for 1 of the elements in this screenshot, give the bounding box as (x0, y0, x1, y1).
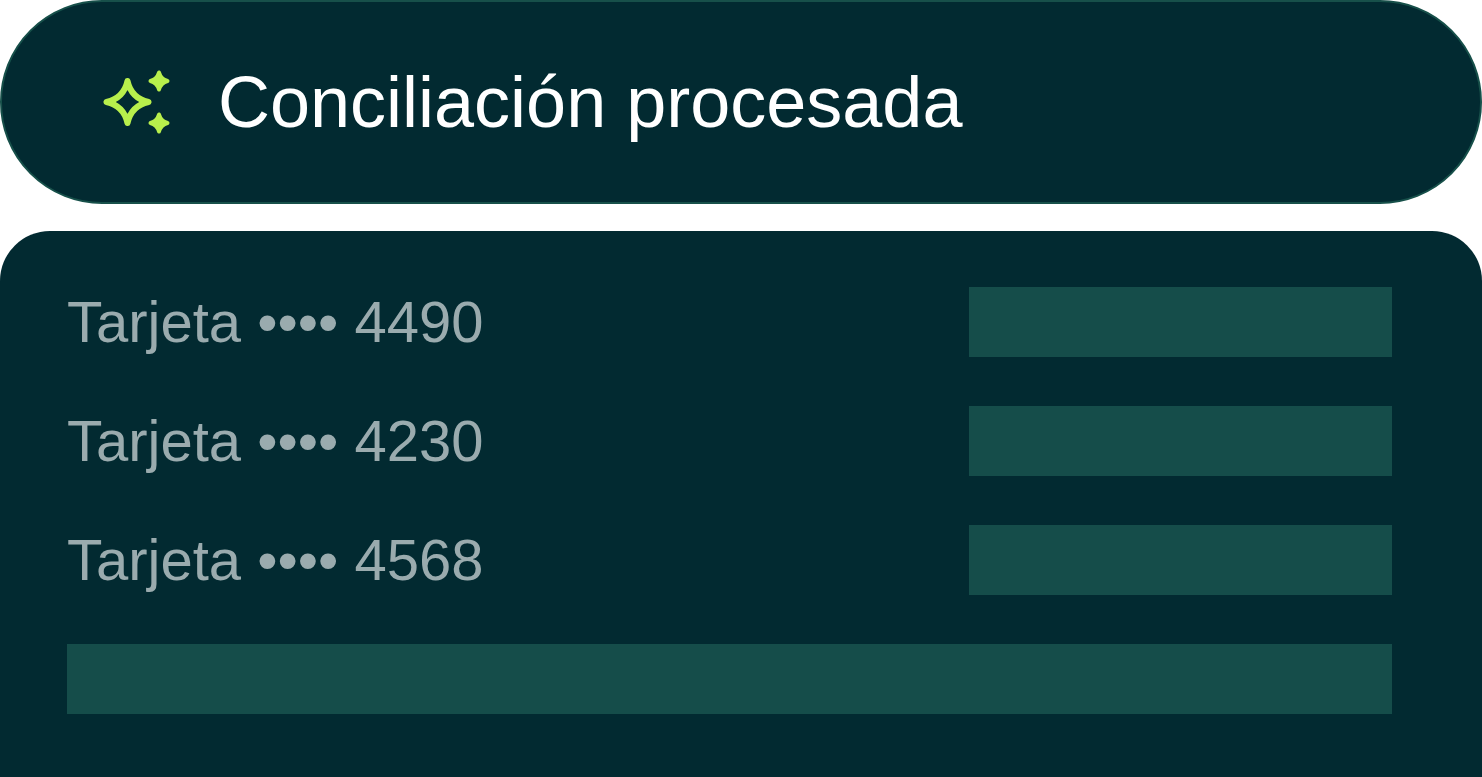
sparkle-icon (103, 70, 170, 134)
